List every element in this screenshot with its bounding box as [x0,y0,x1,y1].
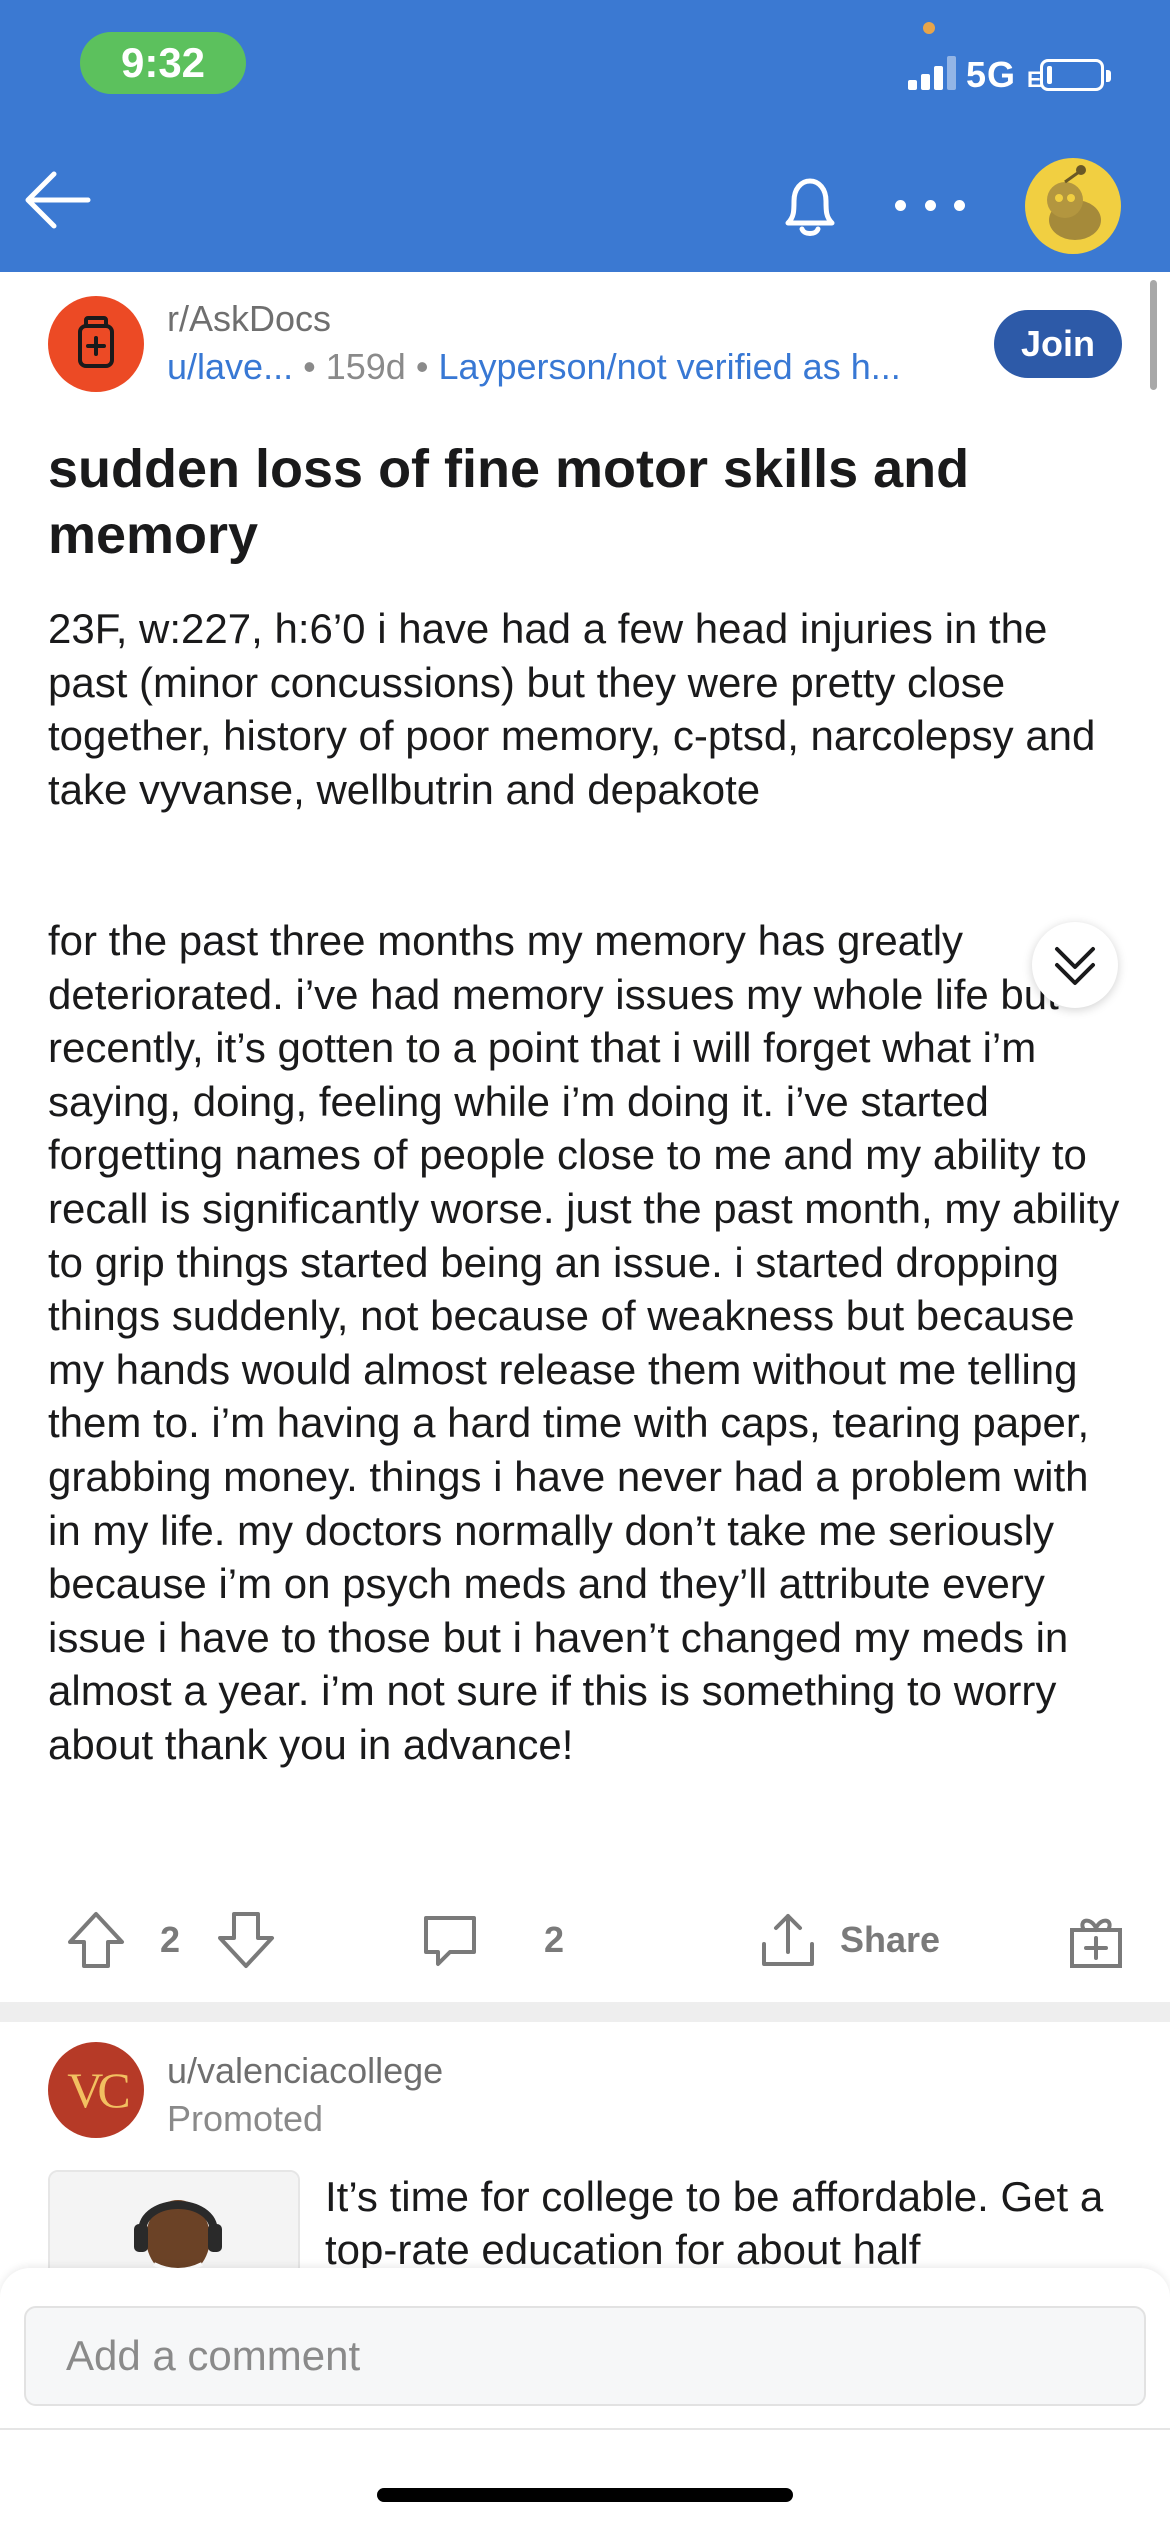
more-dots-icon [895,199,906,211]
comments-button[interactable] [418,1900,482,1980]
bell-icon [785,178,835,236]
post-body-paragraph: for the past three months my memory has … [48,917,1120,1768]
network-label: 5G E [966,54,1043,95]
battery-icon [1040,59,1111,91]
vote-count: 2 [160,1919,181,1960]
promoted-user[interactable]: u/valenciacollege [167,2050,443,2092]
signal-icon [908,56,956,90]
advertiser-logo[interactable]: VC [48,2042,144,2138]
share-button[interactable]: Share [756,1900,940,1980]
share-icon [762,1914,814,1966]
top-bar: 9:32 5G E [0,0,1170,272]
privacy-indicator-dot [923,22,935,34]
more-options-button[interactable] [895,185,965,225]
subreddit-name[interactable]: r/AskDocs [167,298,331,340]
gift-icon [1070,1918,1122,1968]
user-avatar[interactable] [1025,158,1121,254]
meta-separator: • [415,346,429,387]
scrollbar[interactable] [1150,280,1157,390]
post-actions: 2 2 Share [0,1900,1170,1980]
award-button[interactable] [1064,1900,1128,1980]
promoted-text[interactable]: It’s time for college to be affordable. … [325,2170,1145,2276]
downvote-button[interactable] [214,1900,278,1980]
arrow-down-icon [218,1912,274,1968]
share-label: Share [840,1919,941,1960]
post-age: 159d [325,346,406,387]
post-body-paragraph: 23F, w:227, h:6’0 i have had a few head … [48,605,1096,813]
post-meta: u/lave... • 159d • Layperson/not verifie… [167,346,987,388]
comment-count: 2 [544,1919,565,1960]
comment-input[interactable] [24,2306,1146,2406]
collapse-button[interactable] [1032,922,1118,1008]
home-indicator[interactable] [377,2488,793,2502]
promoted-label: Promoted [167,2098,324,2139]
medical-icon [78,316,114,368]
author-link[interactable]: u/lave... [167,346,293,387]
arrow-left-icon [25,171,91,229]
upvote-button[interactable] [64,1900,128,1980]
snoo-avatar-icon [1047,165,1101,240]
subreddit-icon[interactable] [48,296,144,392]
chevron-double-down-icon [1055,947,1095,985]
promoted-thumbnail[interactable] [48,2170,300,2280]
section-divider [0,2002,1170,2022]
join-button[interactable]: Join [994,310,1122,378]
notifications-button[interactable] [770,165,850,245]
person-headphones-image [50,2172,298,2278]
meta-separator: • [303,346,316,387]
comment-bubble-icon [424,1916,476,1966]
status-time: 9:32 [80,32,246,94]
arrow-up-icon [68,1912,124,1968]
user-flair: Layperson/not verified as h... [438,346,901,387]
post-title: sudden loss of fine motor skills and mem… [48,439,970,565]
back-button[interactable] [18,160,98,240]
composer-divider [0,2428,1170,2430]
